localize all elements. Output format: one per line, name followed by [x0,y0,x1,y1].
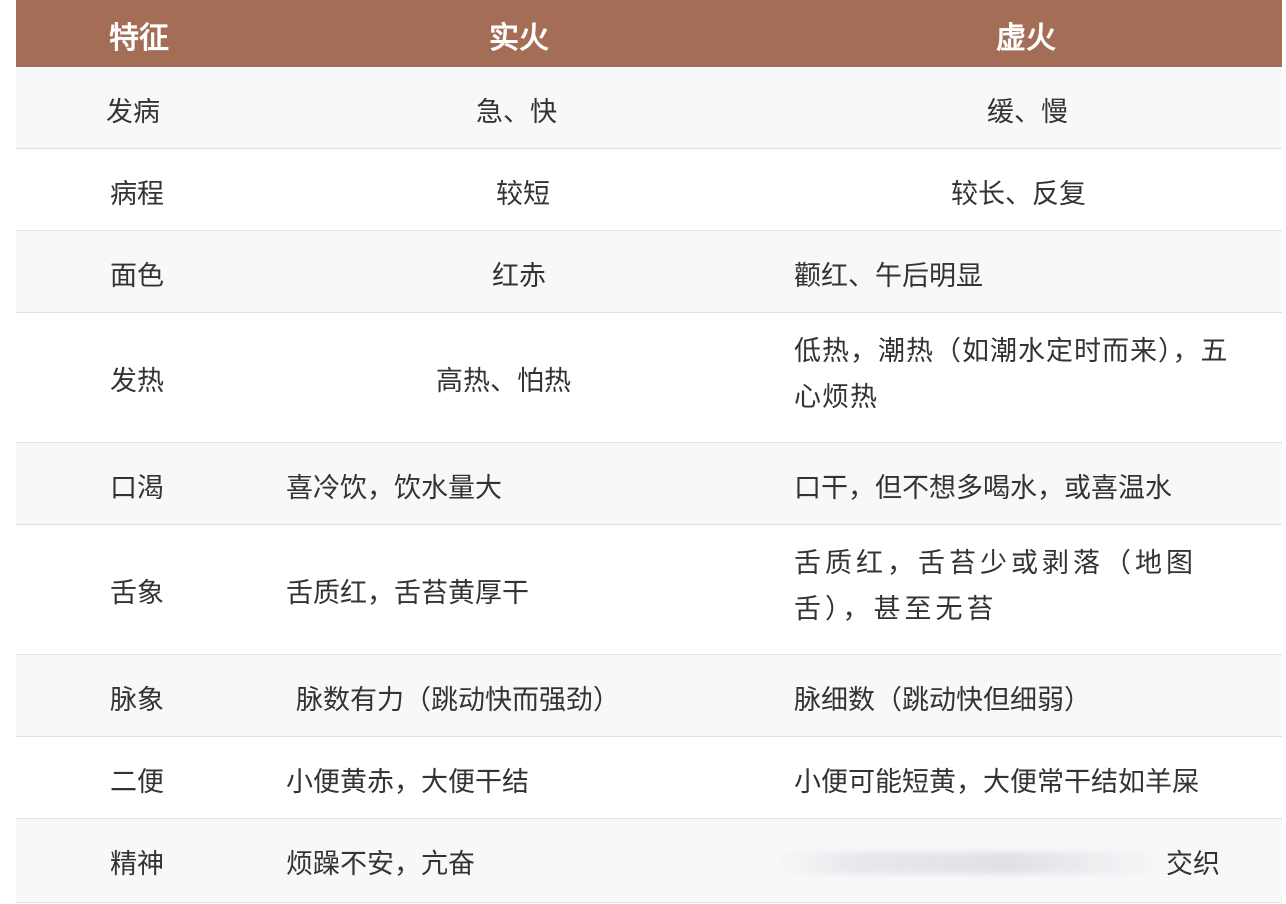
feature-cell: 精神 [110,849,164,880]
excess-cell: 高热、怕热 [436,366,571,397]
excess-cell: 烦躁不安，亢奋 [286,849,475,880]
deficiency-cell: 低热，潮热（如潮水定时而来），五心烦热 [794,336,1229,413]
deficiency-cell: 口干，但不想多喝水，或喜温水 [794,473,1172,504]
excess-cell: 脉数有力（跳动快而强劲） [296,685,620,716]
feature-cell: 二便 [110,767,164,798]
excess-cell: 红赤 [492,261,546,292]
excess-cell: 较短 [496,179,550,210]
table-row: 精神 烦躁不安，亢奋 交织 [16,819,1282,903]
feature-cell: 面色 [110,261,164,292]
deficiency-cell: 较长、反复 [951,179,1086,210]
feature-cell: 脉象 [110,685,164,716]
feature-cell: 舌象 [110,578,164,609]
header-excess-fire: 实火 [489,21,549,56]
blurred-overlay [776,852,1166,874]
table-row: 舌象 舌质红，舌苔黄厚干 舌质红，舌苔少或剥落（地图舌），甚至无苔 [16,525,1282,655]
comparison-table: 特征 实火 虚火 发病 急、快 缓、慢 病程 较短 较长、反复 面色 红赤 颧红… [16,0,1282,903]
table-row: 发热 高热、怕热 低热，潮热（如潮水定时而来），五心烦热 [16,313,1282,443]
header-deficiency-fire: 虚火 [996,21,1056,56]
table-row: 二便 小便黄赤，大便干结 小便可能短黄，大便常干结如羊屎 [16,737,1282,819]
excess-cell: 小便黄赤，大便干结 [286,767,529,798]
excess-cell: 舌质红，舌苔黄厚干 [286,578,529,609]
table-row: 脉象 脉数有力（跳动快而强劲） 脉细数（跳动快但细弱） [16,655,1282,737]
feature-cell: 口渴 [110,473,164,504]
table-header: 特征 实火 虚火 [16,0,1282,67]
deficiency-cell: 交织 [1166,849,1220,880]
deficiency-cell: 脉细数（跳动快但细弱） [794,685,1091,716]
deficiency-cell: 颧红、午后明显 [794,261,983,292]
deficiency-cell: 舌质红，舌苔少或剥落（地图舌），甚至无苔 [794,548,1197,625]
table-row: 面色 红赤 颧红、午后明显 [16,231,1282,313]
deficiency-cell: 缓、慢 [987,97,1068,128]
table-row: 发病 急、快 缓、慢 [16,67,1282,149]
feature-cell: 发热 [110,366,164,397]
excess-cell: 急、快 [476,97,557,128]
header-feature: 特征 [109,21,169,56]
feature-cell: 发病 [106,97,160,128]
excess-cell: 喜冷饮，饮水量大 [286,473,502,504]
table-row: 病程 较短 较长、反复 [16,149,1282,231]
feature-cell: 病程 [110,179,164,210]
deficiency-cell: 小便可能短黄，大便常干结如羊屎 [794,767,1199,798]
table-row: 口渴 喜冷饮，饮水量大 口干，但不想多喝水，或喜温水 [16,443,1282,525]
